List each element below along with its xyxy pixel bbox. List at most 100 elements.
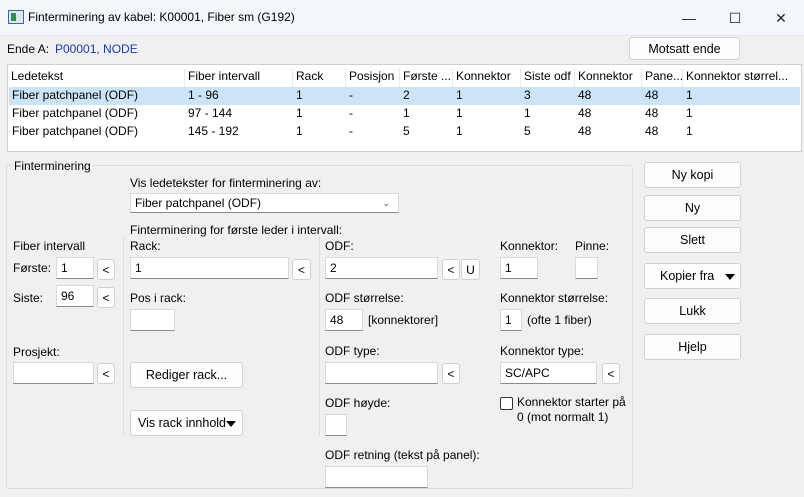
ende-value: P00001, NODE xyxy=(55,42,138,56)
table-cell: 48 xyxy=(645,88,659,102)
siste-pick-button[interactable]: < xyxy=(97,287,115,308)
siste-input[interactable]: 96 xyxy=(56,285,94,307)
kopier-fra-button[interactable]: Kopier fra xyxy=(644,263,741,289)
odf-hoyde-label: ODF høyde: xyxy=(325,396,391,410)
column-header-konnektor[interactable]: Konnektor xyxy=(453,69,521,87)
table-row[interactable]: Fiber patchpanel (ODF) 1 - 96 1 - 2 1 3 … xyxy=(9,87,800,105)
dropdown-arrow-icon xyxy=(725,274,735,280)
odf-label: ODF: xyxy=(325,239,354,253)
table-cell: 1 xyxy=(456,124,463,138)
kopier-fra-label: Kopier fra xyxy=(660,269,715,283)
vis-rack-innhold-label: Vis rack innhold xyxy=(138,416,227,430)
forste-label: Første: xyxy=(13,261,51,275)
konnektor-starter-checkbox[interactable] xyxy=(500,397,513,410)
table-cell: 48 xyxy=(645,124,659,138)
window-title: Finterminering av kabel: K00001, Fiber s… xyxy=(28,10,295,24)
dropdown-arrow-icon xyxy=(226,421,236,427)
ofte-fiber-label: (ofte 1 fiber) xyxy=(527,313,592,327)
table-cell: 1 - 96 xyxy=(188,88,219,102)
odf-type-input[interactable] xyxy=(325,362,438,384)
odf-storrelse-input[interactable]: 48 xyxy=(325,309,363,331)
table-cell: 1 xyxy=(296,88,303,102)
table-cell: 48 xyxy=(578,88,592,102)
rediger-rack-button[interactable]: Rediger rack... xyxy=(130,362,243,388)
table-cell: 145 - 192 xyxy=(188,124,239,138)
pos-i-rack-input[interactable] xyxy=(130,309,175,331)
divider xyxy=(123,236,124,436)
chevron-down-icon: ⌄ xyxy=(382,198,390,208)
konnektor-storrelse-label: Konnektor størrelse: xyxy=(500,291,609,305)
siste-label: Siste: xyxy=(13,291,44,305)
odf-storrelse-label: ODF størrelse: xyxy=(325,291,404,305)
column-header-konnektor-storrelse[interactable]: Konnektor størrel... xyxy=(683,69,796,87)
motsatt-ende-button[interactable]: Motsatt ende xyxy=(629,37,740,60)
ny-button[interactable]: Ny xyxy=(644,195,741,221)
odf-hoyde-input[interactable] xyxy=(325,414,347,436)
table-cell: 1 xyxy=(686,106,693,120)
odf-u-button[interactable]: U xyxy=(461,259,480,280)
vis-ledetekster-value: Fiber patchpanel (ODF) xyxy=(135,196,262,210)
column-header-siste-odf[interactable]: Siste odf xyxy=(521,69,575,87)
minimize-button[interactable]: — xyxy=(666,0,712,36)
hjelp-button[interactable]: Hjelp xyxy=(644,334,741,360)
termination-table: Ledetekst Fiber intervall Rack Posisjon … xyxy=(7,64,802,152)
forste-pick-button[interactable]: < xyxy=(97,259,115,280)
konnektor-storrelse-input[interactable]: 1 xyxy=(500,309,522,331)
table-cell: - xyxy=(349,88,353,102)
konnektorer-label: [konnektorer] xyxy=(368,313,439,327)
table-row[interactable]: Fiber patchpanel (ODF) 97 - 144 1 - 1 1 … xyxy=(9,105,800,123)
column-header-panel[interactable]: Pane... xyxy=(642,69,683,87)
column-header-posisjon[interactable]: Posisjon xyxy=(346,69,400,87)
pos-i-rack-label: Pos i rack: xyxy=(130,291,187,305)
vis-ledetekster-select[interactable]: Fiber patchpanel (ODF) ⌄ xyxy=(130,193,399,213)
prosjekt-pick-button[interactable]: < xyxy=(97,363,115,384)
maximize-button[interactable]: ☐ xyxy=(712,0,758,36)
table-cell: 1 xyxy=(456,106,463,120)
table-cell: - xyxy=(349,124,353,138)
table-cell: 3 xyxy=(524,88,531,102)
first-leder-label: Finterminering for første leder i interv… xyxy=(130,223,343,237)
pinne-input[interactable] xyxy=(575,257,598,279)
group-title: Finterminering xyxy=(12,159,93,173)
vis-rack-innhold-button[interactable]: Vis rack innhold xyxy=(130,410,243,436)
konnektor-input[interactable]: 1 xyxy=(500,257,538,279)
column-header-forste[interactable]: Første ... xyxy=(400,69,453,87)
odf-input[interactable]: 2 xyxy=(325,257,438,279)
table-cell: 1 xyxy=(296,124,303,138)
close-button[interactable]: ✕ xyxy=(758,0,804,36)
rack-input[interactable]: 1 xyxy=(130,257,289,279)
odf-retning-input[interactable] xyxy=(325,466,428,488)
column-header-ledetekst[interactable]: Ledetekst xyxy=(8,69,185,87)
table-row[interactable]: Fiber patchpanel (ODF) 145 - 192 1 - 5 1… xyxy=(9,123,800,141)
rack-pick-button[interactable]: < xyxy=(292,259,311,280)
odf-pick-button[interactable]: < xyxy=(442,259,460,280)
table-cell: 1 xyxy=(403,106,410,120)
odf-type-pick-button[interactable]: < xyxy=(442,363,460,384)
table-cell: Fiber patchpanel (ODF) xyxy=(12,124,139,138)
lukk-button[interactable]: Lukk xyxy=(644,298,741,324)
divider xyxy=(319,236,320,436)
prosjekt-label: Prosjekt: xyxy=(13,345,60,359)
column-header-rack[interactable]: Rack xyxy=(293,69,346,87)
pinne-label: Pinne: xyxy=(575,239,610,253)
table-cell: 48 xyxy=(578,106,592,120)
forste-input[interactable]: 1 xyxy=(56,257,94,279)
slett-button[interactable]: Slett xyxy=(644,227,741,253)
table-cell: Fiber patchpanel (ODF) xyxy=(12,106,139,120)
konnektor-type-pick-button[interactable]: < xyxy=(602,363,620,384)
column-header-fiber-intervall[interactable]: Fiber intervall xyxy=(185,69,293,87)
table-cell: 48 xyxy=(578,124,592,138)
table-cell: - xyxy=(349,106,353,120)
table-cell: 1 xyxy=(456,88,463,102)
column-header-konnektor-2[interactable]: Konnektor xyxy=(575,69,642,87)
table-cell: Fiber patchpanel (ODF) xyxy=(12,88,139,102)
odf-retning-label: ODF retning (tekst på panel): xyxy=(325,448,480,462)
ende-label: Ende A: xyxy=(7,42,50,56)
vis-ledetekster-label: Vis ledetekster for finterminering av: xyxy=(130,176,322,190)
ny-kopi-button[interactable]: Ny kopi xyxy=(644,162,741,188)
prosjekt-input[interactable] xyxy=(13,362,94,384)
table-cell: 5 xyxy=(524,124,531,138)
konnektor-type-input[interactable]: SC/APC xyxy=(500,362,597,384)
table-cell: 1 xyxy=(686,124,693,138)
table-cell: 97 - 144 xyxy=(188,106,233,120)
